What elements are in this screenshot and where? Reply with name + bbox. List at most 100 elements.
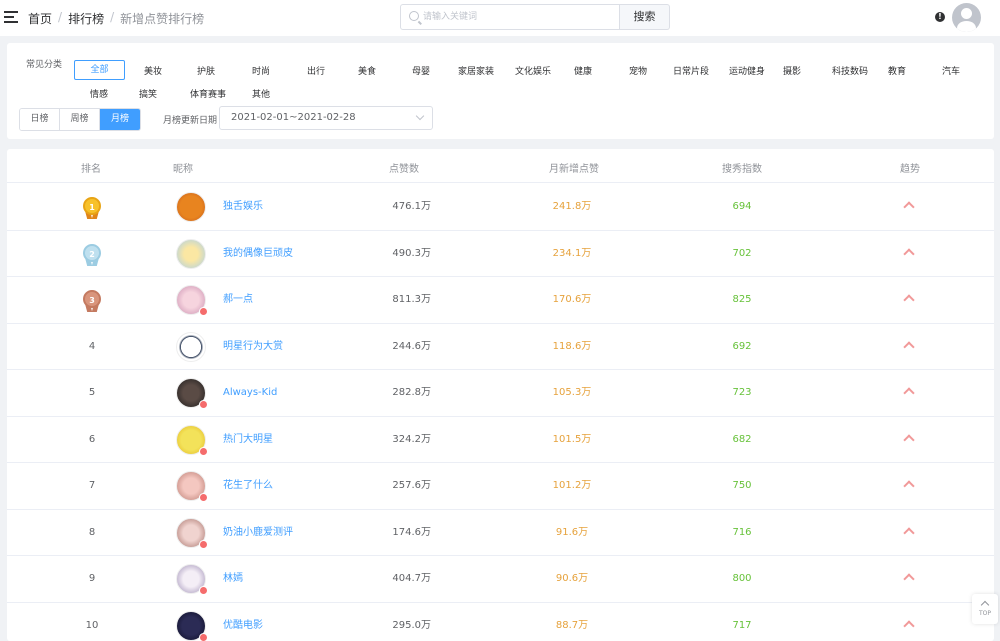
avatar[interactable] (176, 424, 208, 456)
ranking-table: 排名 昵称 点赞数 月新增点赞 搜秀指数 趋势 1 独舌娱乐 476.1万 241.… (7, 149, 994, 641)
range-toggle: 日榜 周榜 月榜 (19, 108, 141, 131)
category-18[interactable]: 搞笑 (129, 85, 167, 105)
nickname-link[interactable]: 郝一点 (223, 277, 253, 323)
range-weekly-button[interactable]: 周榜 (60, 109, 100, 130)
category-3[interactable]: 时尚 (242, 62, 280, 82)
avatar[interactable] (176, 238, 206, 269)
category-13[interactable]: 摄影 (773, 62, 811, 82)
monthly-likes-cell: 90.6万 (555, 573, 589, 584)
category-12[interactable]: 运动健身 (717, 62, 777, 82)
user-avatar[interactable] (952, 3, 981, 32)
category-15[interactable]: 教育 (878, 62, 916, 82)
verified-badge-icon (199, 493, 208, 502)
rank-medal-icon: 2 (81, 243, 103, 267)
range-daily-button[interactable]: 日榜 (20, 109, 60, 130)
nickname-link[interactable]: 热门大明星 (223, 417, 273, 463)
nickname-link[interactable]: 我的偶像巨顽皮 (223, 231, 293, 277)
avatar[interactable] (176, 285, 208, 316)
search-button[interactable]: 搜索 (620, 4, 670, 30)
verified-badge-icon (199, 307, 208, 316)
table-row[interactable]: 7 花生了什么 257.6万 101.2万 750 (7, 463, 994, 510)
back-to-top-button[interactable]: TOP (972, 594, 998, 624)
category-9[interactable]: 健康 (564, 62, 602, 82)
trend-up-icon (903, 619, 915, 632)
avatar[interactable] (176, 564, 208, 595)
table-row[interactable]: 4 明星行为大赏 244.6万 118.6万 692 (7, 324, 994, 370)
category-7[interactable]: 家居家装 (447, 62, 505, 82)
rank-cell: 10 (85, 619, 99, 631)
rank-medal-icon: 3 (81, 289, 103, 313)
category-11[interactable]: 日常片段 (665, 62, 717, 82)
nickname-link[interactable]: 林嫣 (223, 556, 243, 602)
rank-cell: 9 (88, 573, 96, 584)
trend-up-icon (903, 526, 915, 539)
index-cell: 825 (732, 294, 752, 305)
index-cell: 800 (732, 573, 752, 584)
header-index: 搜秀指数 (722, 164, 762, 175)
category-8[interactable]: 文化娱乐 (504, 62, 562, 82)
category-4[interactable]: 出行 (297, 62, 335, 82)
nickname-link[interactable]: 花生了什么 (223, 463, 273, 509)
nickname-link[interactable]: Always-Kid (223, 370, 277, 416)
table-row[interactable]: 8 奶油小鹿爱测评 174.6万 91.6万 716 (7, 510, 994, 556)
chevron-down-icon (415, 111, 425, 121)
category-17[interactable]: 情感 (77, 85, 121, 105)
breadcrumb-separator: / (110, 10, 115, 24)
top-header: 首页 / 排行榜 / 新增点赞排行榜 搜索 ! (0, 0, 1000, 36)
breadcrumb-current: 新增点赞排行榜 (120, 12, 205, 26)
monthly-likes-cell: 101.5万 (552, 433, 592, 445)
table-row[interactable]: 9 林嫣 404.7万 90.6万 800 (7, 556, 994, 603)
category-10[interactable]: 宠物 (619, 62, 657, 82)
nickname-link[interactable]: 独舌娱乐 (223, 184, 263, 230)
trend-up-icon (903, 340, 915, 353)
search-input[interactable] (423, 8, 613, 26)
date-select[interactable]: 2021-02-01~2021-02-28 (219, 106, 433, 130)
index-cell: 682 (732, 433, 752, 445)
breadcrumb-home[interactable]: 首页 (28, 10, 52, 27)
category-5[interactable]: 美食 (348, 62, 386, 82)
likes-cell: 174.6万 (392, 526, 431, 538)
menu-toggle-icon[interactable] (4, 11, 18, 23)
category-14[interactable]: 科技数码 (822, 62, 878, 82)
header-likes: 点赞数 (389, 164, 419, 175)
avatar[interactable] (176, 610, 208, 641)
nickname-link[interactable]: 优酷电影 (223, 603, 263, 641)
filter-panel: 常见分类 全部 美妆 护肤 时尚 出行 美食 母婴 家居家装 文化娱乐 健康 宠物 日常片段 运动健身摄… (7, 43, 994, 139)
table-row[interactable]: 3 郝一点 811.3万 170.6万 825 (7, 277, 994, 324)
category-label: 常见分类 (26, 60, 63, 70)
category-16[interactable]: 汽车 (932, 62, 970, 82)
verified-badge-icon (199, 586, 208, 595)
trend-up-icon (903, 294, 915, 306)
avatar[interactable] (176, 192, 206, 222)
trend-up-icon (903, 480, 915, 492)
likes-cell: 811.3万 (392, 294, 431, 305)
avatar[interactable] (176, 378, 208, 409)
avatar[interactable] (176, 471, 208, 502)
table-row[interactable]: 10 优酷电影 295.0万 88.7万 717 (7, 603, 994, 641)
index-cell: 723 (732, 387, 752, 398)
category-0[interactable]: 全部 (74, 60, 125, 80)
likes-cell: 476.1万 (392, 201, 431, 212)
table-row[interactable]: 5 Always-Kid 282.8万 105.3万 723 (7, 370, 994, 417)
category-1[interactable]: 美妆 (134, 62, 172, 82)
category-19[interactable]: 体育赛事 (177, 85, 239, 105)
nickname-link[interactable]: 明星行为大赏 (223, 324, 283, 370)
nickname-link[interactable]: 奶油小鹿爱测评 (223, 510, 293, 556)
avatar[interactable] (176, 517, 208, 549)
avatar[interactable] (176, 331, 206, 362)
rank-cell: 4 (88, 340, 96, 352)
category-6[interactable]: 母婴 (402, 62, 440, 82)
table-row[interactable]: 6 热门大明星 324.2万 101.5万 682 (7, 417, 994, 463)
rank-cell: 7 (88, 480, 96, 491)
index-cell: 717 (732, 619, 752, 631)
table-row[interactable]: 2 我的偶像巨顽皮 490.3万 234.1万 702 (7, 231, 994, 277)
monthly-likes-cell: 91.6万 (555, 526, 589, 538)
monthly-likes-cell: 170.6万 (552, 294, 592, 305)
table-row[interactable]: 1 独舌娱乐 476.1万 241.8万 694 (7, 184, 994, 231)
breadcrumb-ranking[interactable]: 排行榜 (68, 10, 104, 27)
info-icon[interactable]: ! (935, 12, 945, 22)
category-20[interactable]: 其他 (242, 85, 280, 105)
monthly-likes-cell: 241.8万 (552, 201, 592, 212)
range-monthly-button[interactable]: 月榜 (100, 109, 140, 130)
category-2[interactable]: 护肤 (187, 62, 225, 82)
